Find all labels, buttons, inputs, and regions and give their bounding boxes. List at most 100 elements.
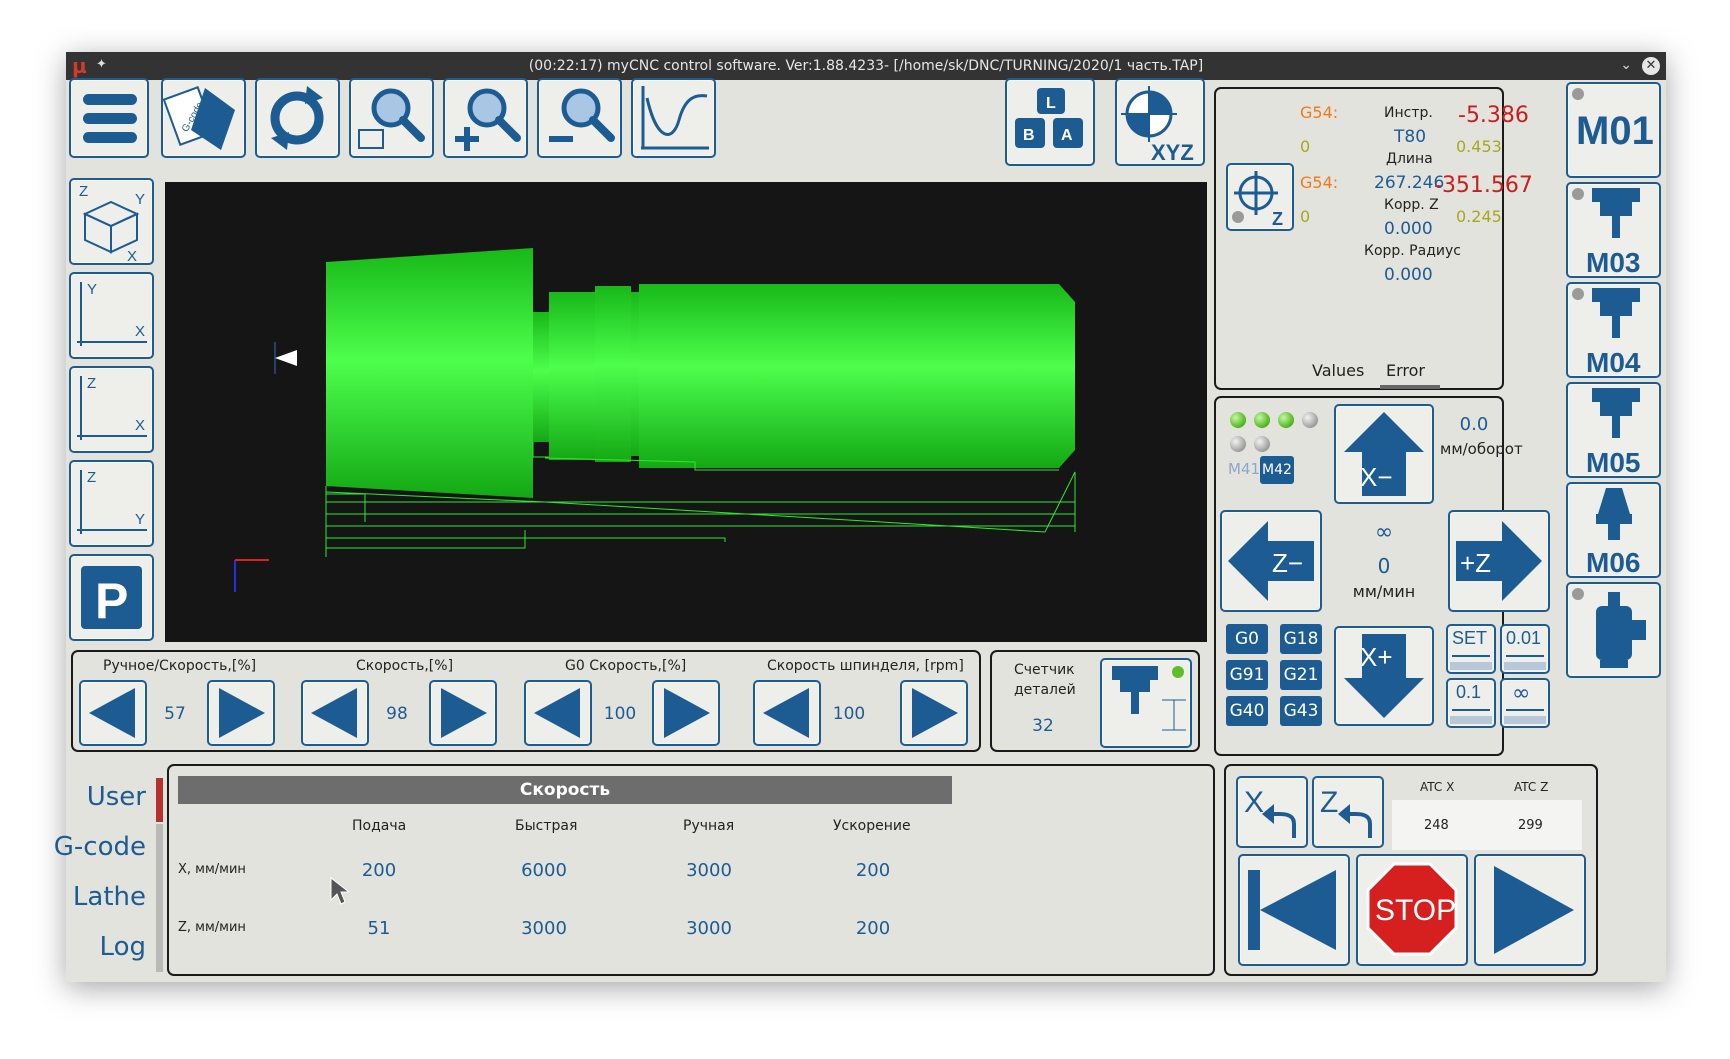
arrow-right-icon: +Z [1456,521,1542,601]
wcs-button[interactable]: XYZ [1115,78,1205,166]
tool-marker-icon [275,350,297,366]
chevron-down-icon[interactable]: ⌄ [1620,57,1632,73]
start-button[interactable] [1474,854,1586,966]
step-set-button[interactable]: SET [1446,624,1496,674]
svg-text:M06: M06 [1586,547,1640,576]
jog-speed-up-button[interactable] [207,680,275,746]
row-z-rapid: 3000 [521,918,567,939]
svg-text:Z−: Z− [1272,548,1303,578]
row-x-feed: 200 [361,860,397,881]
counter-tool-button[interactable] [1100,658,1192,748]
zoom-window-button[interactable] [349,78,434,158]
m06-button[interactable]: M06 [1566,482,1661,578]
infinity-symbol: ∞ [1374,520,1394,545]
g43-button[interactable]: G43 [1280,696,1322,726]
svg-text:X: X [1244,786,1264,819]
svg-text:M05: M05 [1586,447,1640,476]
menu-button[interactable] [69,78,149,158]
m05-button[interactable]: M05 [1566,382,1661,478]
svg-text:X: X [127,248,137,263]
atc-x-value: 248 [1424,818,1449,833]
play-icon [1494,866,1574,954]
feed-per-rev-value: 0.0 [1459,414,1489,435]
tab-values[interactable]: Values [1312,361,1364,380]
title-bar: µ ✦ (00:22:17) myCNC control software. V… [66,52,1666,80]
status-led-6 [1254,436,1270,452]
svg-text:Y: Y [135,191,145,208]
spindle-speed-up-button[interactable] [900,680,968,746]
status-led-5 [1230,436,1246,452]
row-z-accel: 200 [855,918,891,939]
svg-text:SET: SET [1452,628,1487,648]
graph-button[interactable] [631,78,716,158]
tab-error[interactable]: Error [1386,361,1425,380]
g21-button[interactable]: G21 [1280,660,1322,690]
m42-button[interactable]: M42 [1260,456,1294,484]
feed-speed-down-button[interactable] [301,680,369,746]
rewind-button[interactable] [1238,854,1350,966]
lathe-part-render [234,248,1076,592]
step-001-button[interactable]: 0.01 [1500,624,1550,674]
reload-button[interactable] [255,78,340,158]
close-icon[interactable]: ✕ [1642,57,1660,75]
zoom-out-button[interactable] [537,78,622,158]
nav-user[interactable]: User [46,782,146,812]
z-sub: 0.245 [1456,207,1502,226]
jog-z-minus-button[interactable]: Z− [1220,510,1322,612]
m01-button[interactable]: M01 [1566,82,1661,178]
gcode-document-icon: G-code [163,86,235,150]
zoom-in-button[interactable] [443,78,528,158]
step-01-button[interactable]: 0.1 [1446,678,1496,728]
wcs2-sub: 0 [1300,207,1311,226]
status-led-1 [1230,412,1246,428]
rapid-speed-down-button[interactable] [524,680,592,746]
step-continuous-button[interactable]: ∞ [1500,678,1550,728]
feed-speed-value: 98 [386,704,408,724]
speed-table-panel: Скорость Подача Быстрая Ручная Ускорение… [167,764,1215,976]
m41-button[interactable]: M41 [1228,460,1260,478]
nav-log[interactable]: Log [46,932,146,962]
gcode-editor-button[interactable]: G-code [161,78,246,158]
g18-button[interactable]: G18 [1280,624,1322,654]
view-iso-button[interactable]: Z Y X [69,178,154,265]
jog-speed-down-button[interactable] [79,680,147,746]
yz-view-icon: Z Y [77,469,147,534]
part-counter-panel: Счетчик деталей 32 [990,650,1200,752]
park-button[interactable]: P [69,554,154,641]
zoom-in-icon [455,88,521,151]
m01-icon: M01 [1572,88,1654,153]
jog-z-plus-button[interactable]: +Z [1448,510,1550,612]
feed-speed-up-button[interactable] [429,680,497,746]
m03-button[interactable]: M03 [1566,182,1661,278]
layout-button[interactable]: L B A [1005,78,1095,166]
nav-gcode[interactable]: G-code [46,832,146,862]
corrr-label: Корр. Радиус [1364,243,1461,259]
rapid-speed-up-button[interactable] [652,680,720,746]
zero-z-button[interactable]: Z [1226,163,1294,231]
jog-speed-value: 57 [164,704,186,724]
m04-button[interactable]: M04 [1566,282,1661,378]
view-xy-button[interactable]: Y X [69,272,154,359]
wcs1-label: G54: [1300,103,1339,122]
stop-button[interactable]: STOP [1356,854,1468,966]
g91-button[interactable]: G91 [1226,660,1268,690]
x-home-button[interactable]: X− X [1236,776,1308,848]
view-xz-button[interactable]: Z X [69,366,154,453]
crosshair-icon: Z [1232,171,1283,229]
z-home-button[interactable]: Z [1312,776,1384,848]
nav-lathe[interactable]: Lathe [46,882,146,912]
coolant-button[interactable] [1566,582,1661,678]
spindle-speed-down-button[interactable] [753,680,821,746]
toolpath-viewport[interactable] [165,182,1207,642]
triangle-right-icon [219,688,265,738]
z-return-icon: Z [1320,786,1372,838]
corrz-label: Корр. Z [1384,197,1439,213]
g40-button[interactable]: G40 [1226,696,1268,726]
jog-x-minus-button[interactable]: X− [1334,404,1434,504]
svg-text:+Z: +Z [1460,548,1491,578]
triangle-left-icon [534,688,580,738]
g0-button[interactable]: G0 [1226,624,1268,654]
jog-x-plus-button[interactable]: X+ [1334,626,1434,726]
atc-box [1392,800,1582,850]
view-yz-button[interactable]: Z Y [69,460,154,547]
